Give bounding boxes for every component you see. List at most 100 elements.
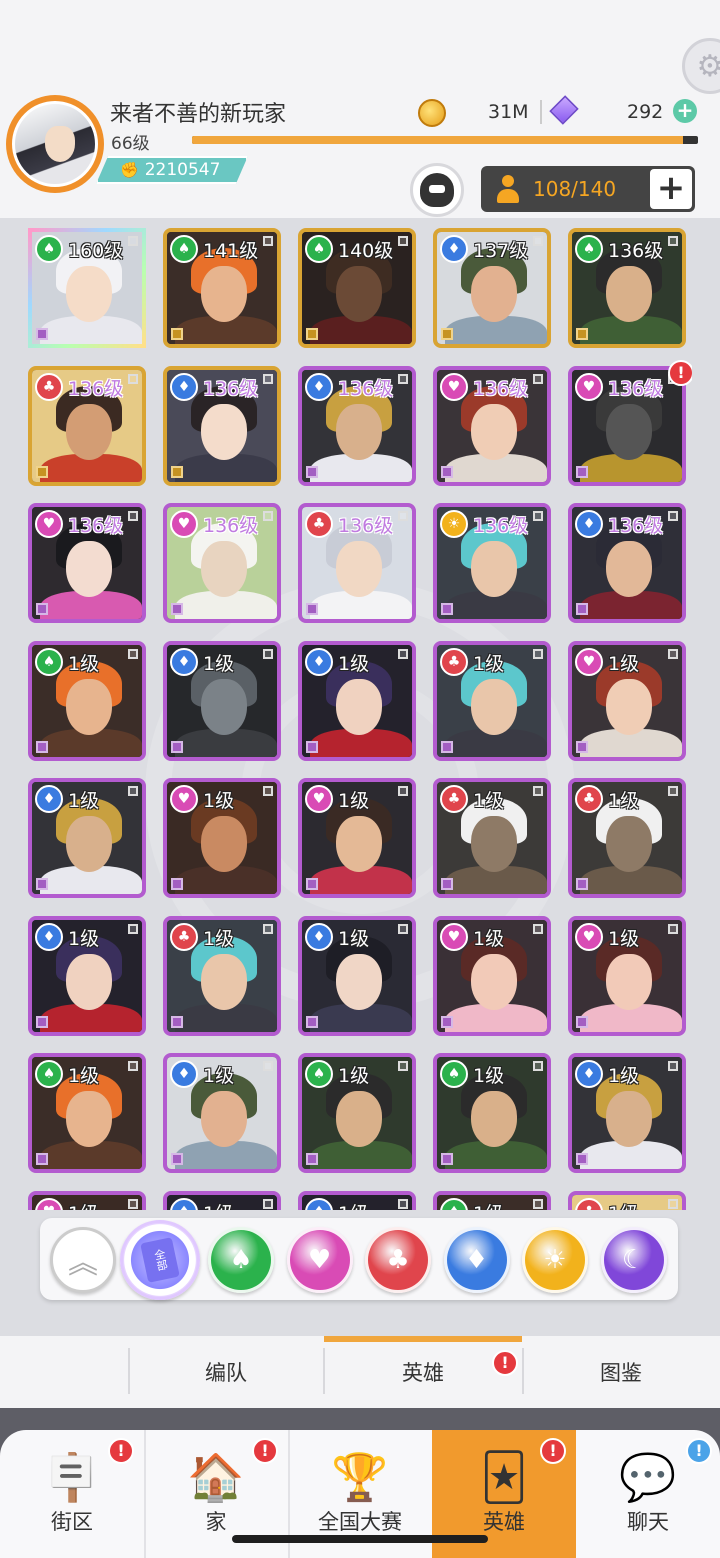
hero-card[interactable]: ♥1级: [433, 915, 551, 1036]
nav-chat[interactable]: 💬 聊天 !: [576, 1430, 720, 1558]
hero-card[interactable]: ♠ 136级: [568, 228, 686, 348]
signpost-icon: 🪧: [43, 1449, 101, 1504]
rank-mark-icon: [171, 1153, 183, 1165]
hero-card[interactable]: ☀ 136级: [433, 503, 551, 623]
diamond-filter-button[interactable]: ♦: [443, 1227, 510, 1293]
hero-card[interactable]: ♣1级: [568, 1190, 686, 1210]
hero-card[interactable]: ♦ 137级: [433, 228, 551, 348]
hero-card[interactable]: ♠1级: [28, 640, 146, 761]
hero-card[interactable]: ♦1级: [28, 915, 146, 1036]
hero-card[interactable]: ♦1级: [163, 1190, 281, 1210]
hero-card[interactable]: ♥1级: [28, 1190, 146, 1211]
hero-card[interactable]: ♥ 136级: [28, 503, 146, 623]
trophy-icon: 🏆: [331, 1449, 389, 1504]
hero-card[interactable]: ♥ 136级: [568, 365, 686, 486]
hero-level: 1级: [338, 1199, 369, 1211]
rank-mark-icon: [576, 1153, 588, 1165]
hero-card[interactable]: ♥ 136级: [433, 365, 551, 486]
spade-filter-button[interactable]: ♠: [208, 1227, 274, 1293]
expand-roster-button[interactable]: +: [650, 169, 692, 209]
hero-card[interactable]: ♣1级: [163, 915, 281, 1036]
hero-level: 137级: [473, 240, 529, 262]
rank-mark-icon: [576, 328, 588, 340]
hero-level: 136级: [473, 515, 529, 537]
heart-icon: ♥: [307, 1245, 332, 1275]
hero-level: 160级: [68, 240, 124, 262]
hero-card[interactable]: ♦ 136级: [568, 503, 686, 623]
hero-card[interactable]: ♣ 136级: [28, 365, 146, 486]
hero-card[interactable]: ♦1级: [568, 1053, 686, 1173]
hero-card[interactable]: ♣ 136级: [298, 503, 416, 623]
heroes-alert-icon: !: [540, 1438, 566, 1464]
hero-card[interactable]: ♠ 140级: [298, 228, 416, 348]
hero-card[interactable]: ♠ 160级: [28, 228, 146, 348]
add-gems-button[interactable]: +: [673, 99, 697, 123]
hero-card[interactable]: ♥1级: [568, 915, 686, 1036]
hero-level: 136级: [338, 377, 394, 400]
rank-mark-icon: [171, 603, 183, 615]
corner-mark-icon: [533, 1061, 543, 1071]
tab-codex[interactable]: 图鉴: [522, 1336, 720, 1408]
experience-bar-fill: [192, 136, 683, 144]
corner-mark-icon: [398, 923, 408, 934]
hero-level: 1级: [68, 1199, 99, 1211]
sun-icon: ☀: [543, 1245, 567, 1275]
hero-card[interactable]: ♥1级: [163, 778, 281, 898]
tab-formation[interactable]: 编队: [128, 1336, 324, 1408]
corner-mark-icon: [263, 373, 273, 384]
hero-card[interactable]: ♣1级: [433, 778, 551, 898]
hero-level: 1级: [203, 652, 235, 675]
hero-level: 136级: [68, 515, 124, 537]
corner-mark-icon: [128, 511, 138, 521]
nav-district[interactable]: 🪧 街区 !: [0, 1430, 144, 1558]
hero-card[interactable]: ♦1级: [298, 1190, 416, 1211]
hero-cards-icon: 🃏: [480, 1450, 528, 1504]
corner-mark-icon: [128, 1061, 138, 1071]
hero-card[interactable]: ♦1级: [163, 1053, 281, 1173]
hero-alert-icon: !: [668, 359, 692, 386]
heart-filter-button[interactable]: ♥: [286, 1227, 353, 1293]
all-filter-button[interactable]: 全部: [120, 1220, 200, 1300]
hero-card[interactable]: ♦1级: [28, 778, 146, 898]
hero-card[interactable]: ♥1级: [298, 778, 416, 898]
diamond-faction-icon: ♦: [305, 647, 333, 676]
moon-filter-button[interactable]: ☾: [600, 1227, 667, 1293]
district-alert-icon: !: [108, 1438, 134, 1464]
hero-card[interactable]: ♠1级: [433, 1190, 551, 1210]
settings-gear-icon[interactable]: ⚙: [682, 38, 720, 94]
rank-mark-icon: [171, 328, 183, 340]
corner-mark-icon: [128, 648, 138, 659]
corner-mark-icon: [263, 648, 273, 659]
collapse-filter-button[interactable]: ︽: [50, 1227, 116, 1293]
hero-card[interactable]: ♦ 136级: [163, 365, 281, 486]
coin-amount: 31M: [488, 101, 529, 123]
corner-mark-icon: [398, 648, 408, 659]
hero-card[interactable]: ♠1级: [28, 1053, 146, 1173]
player-avatar[interactable]: [6, 95, 104, 193]
sun-filter-button[interactable]: ☀: [522, 1227, 588, 1293]
hero-card[interactable]: ♣1级: [433, 640, 551, 761]
hero-card[interactable]: ♦1级: [298, 915, 416, 1036]
hero-card[interactable]: ♦1级: [298, 640, 416, 761]
rank-mark-icon: [306, 603, 318, 615]
rank-mark-icon: [36, 1015, 48, 1028]
corner-mark-icon: [398, 1198, 408, 1209]
tab-heroes[interactable]: 英雄: [324, 1336, 522, 1408]
heart-faction-icon: ♥: [575, 647, 603, 676]
helmet-button[interactable]: [410, 163, 464, 217]
spade-faction-icon: ♠: [440, 1060, 468, 1088]
rank-mark-icon: [171, 1015, 183, 1028]
club-filter-button[interactable]: ♣: [365, 1227, 431, 1293]
hero-card[interactable]: ♠1级: [298, 1053, 416, 1173]
corner-mark-icon: [533, 648, 543, 659]
hero-card[interactable]: ♣1级: [568, 778, 686, 898]
hero-card[interactable]: ♥1级: [568, 640, 686, 761]
hero-card[interactable]: ♦1级: [163, 640, 281, 761]
gem-icon: [549, 95, 579, 125]
hero-card[interactable]: ♦ 136级: [298, 365, 416, 486]
hero-card[interactable]: ♠ 141级: [163, 228, 281, 348]
chevron-up-icon: ︽: [68, 1246, 98, 1281]
rank-mark-icon: [36, 465, 48, 478]
hero-card[interactable]: ♥ 136级: [163, 503, 281, 623]
hero-card[interactable]: ♠1级: [433, 1053, 551, 1173]
